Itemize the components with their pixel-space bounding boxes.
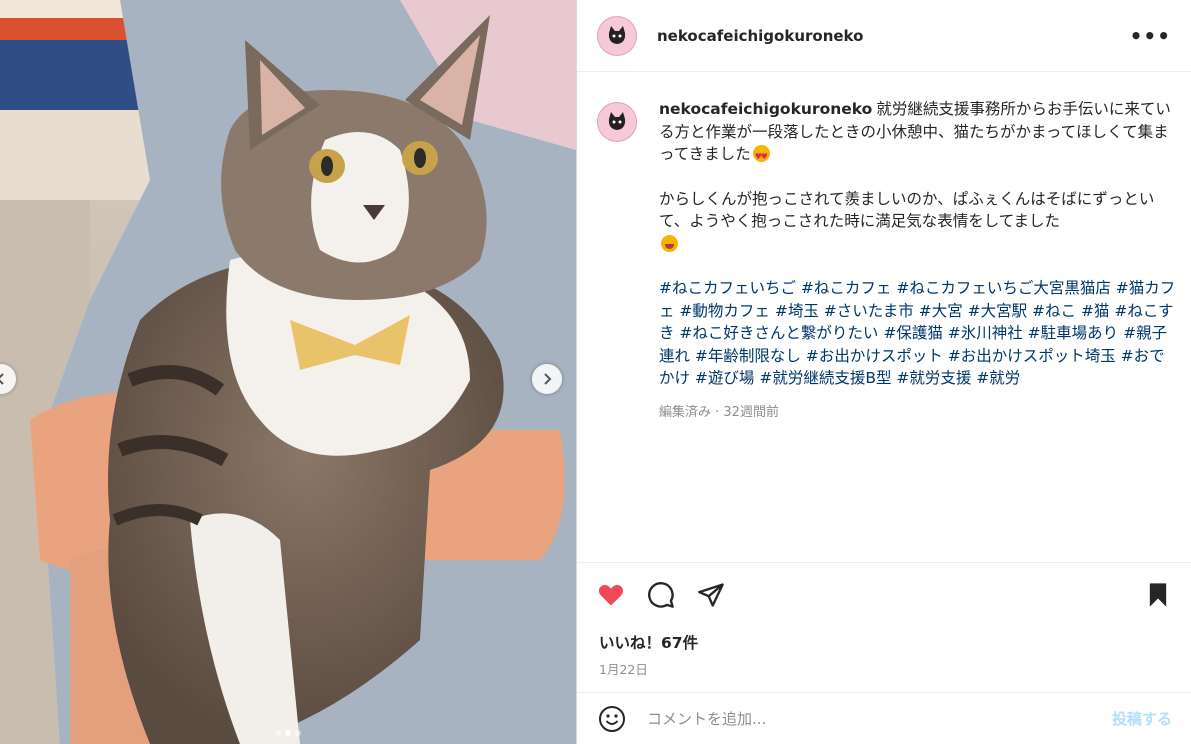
carousel-dot-active [285, 730, 291, 736]
cat-cafe-logo-icon [608, 112, 626, 130]
grinning-squint-emoji-icon [661, 234, 678, 252]
cat-cafe-logo-icon [608, 25, 626, 44]
bookmark-filled-icon [1149, 583, 1167, 607]
save-button[interactable] [1142, 579, 1174, 611]
post-window: nekocafeichigokuroneko ••• nekocafeichig… [0, 0, 1191, 744]
like-button[interactable] [595, 579, 627, 611]
post-header: nekocafeichigokuroneko ••• [577, 0, 1191, 72]
chevron-right-icon [544, 373, 552, 385]
comment-input[interactable] [647, 709, 1112, 728]
actions-section: いいね！67件 1月22日 [577, 562, 1191, 678]
caption-paragraph-1: nekocafeichigokuroneko 就労継続支援事務所からお手伝いに来て… [659, 98, 1177, 169]
chevron-left-icon [0, 373, 4, 385]
share-button[interactable] [695, 579, 727, 611]
carousel-indicator [275, 730, 301, 736]
heart-filled-icon [598, 584, 624, 606]
carousel-dot [295, 730, 301, 736]
caption-meta: 編集済み · 32週間前 [659, 404, 779, 420]
comment-button[interactable] [645, 579, 677, 611]
post-sidebar: nekocafeichigokuroneko ••• nekocafeichig… [576, 0, 1191, 744]
caption-paragraph-2: からしくんが抱っこされて羨ましいのか、ぱふぇくんはそばにずっといて、ようやく抱っ… [659, 188, 1177, 256]
more-horizontal-icon[interactable]: ••• [1130, 24, 1171, 48]
post-caption: nekocafeichigokuroneko 就労継続支援事務所からお手伝いに来て… [597, 98, 1177, 424]
carousel-next-button[interactable] [532, 364, 562, 394]
like-count[interactable]: いいね！67件 [577, 627, 1191, 653]
caption-hashtags[interactable]: #ねこカフェいちご #ねこカフェ #ねこカフェいちご大宮黒猫店 #猫カフェ #動… [659, 277, 1177, 390]
post-date[interactable]: 1月22日 [577, 653, 1191, 678]
comment-box: 投稿する [577, 692, 1191, 744]
post-comment-button[interactable]: 投稿する [1112, 708, 1172, 729]
smiley-icon [599, 705, 625, 732]
comment-icon [648, 582, 674, 608]
emoji-picker-button[interactable] [597, 704, 627, 734]
action-bar [577, 563, 1191, 627]
share-plane-icon [698, 583, 724, 607]
heart-eyes-emoji-icon [752, 145, 770, 169]
carousel-dot [275, 730, 281, 736]
cat-photo-image [0, 0, 576, 744]
caption-body: nekocafeichigokuroneko 就労継続支援事務所からお手伝いに来て… [659, 98, 1177, 424]
caption-avatar[interactable] [597, 102, 637, 142]
caption-username[interactable]: nekocafeichigokuroneko [659, 100, 872, 118]
caption-text-2: からしくんが抱っこされて羨ましいのか、ぱふぇくんはそばにずっといて、ようやく抱っ… [659, 189, 1155, 231]
post-photo [0, 0, 576, 744]
avatar[interactable] [597, 15, 637, 56]
post-username[interactable]: nekocafeichigokuroneko [657, 27, 863, 45]
